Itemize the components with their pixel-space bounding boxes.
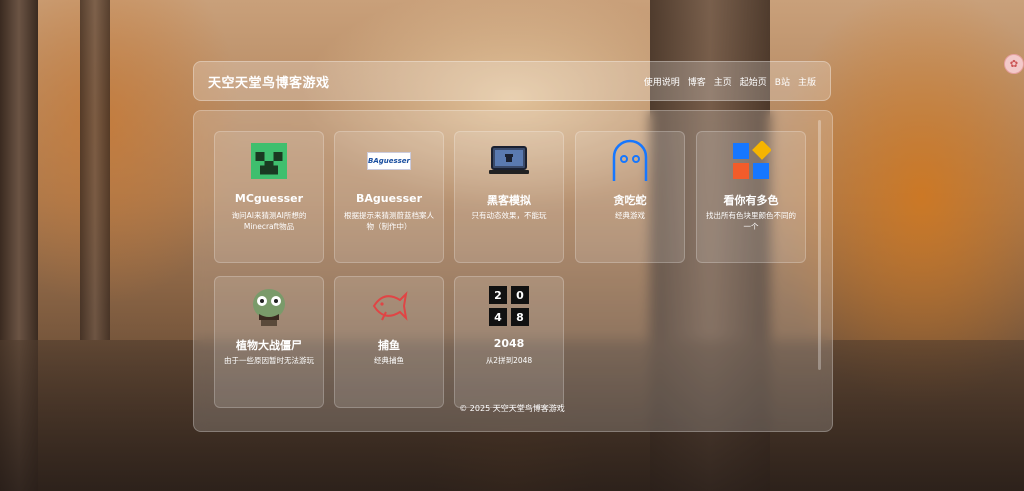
game-title: 植物大战僵尸	[236, 339, 302, 352]
game-title: 黑客模拟	[487, 194, 531, 207]
game-title: BAguesser	[355, 192, 423, 205]
game-card-color[interactable]: 看你有多色 找出所有色块里颜色不同的一个	[696, 131, 806, 263]
tiles-2048-icon: 2 0 4 8	[455, 286, 563, 326]
ghost-icon	[576, 139, 684, 181]
game-desc: 找出所有色块里颜色不同的一个	[706, 211, 796, 231]
game-title: 看你有多色	[723, 194, 779, 207]
nav-usage[interactable]: 使用说明	[644, 75, 680, 88]
panel-scrollbar[interactable]	[818, 120, 821, 370]
nav-home[interactable]: 主页	[714, 75, 732, 88]
flower-icon: ✿	[1009, 58, 1019, 70]
nav-blog[interactable]: 博客	[688, 75, 706, 88]
game-card-baguesser[interactable]: BAguesser BAguesser 根据提示来猜测蔚蓝档案人物（制作中）	[334, 131, 444, 263]
fish-icon	[335, 287, 443, 325]
game-card-hacker[interactable]: 黑客模拟 只有动态效果，不能玩	[454, 131, 564, 263]
game-title: MCguesser	[234, 192, 304, 205]
zombie-icon	[215, 287, 323, 326]
site-header: 天空天堂鸟博客游戏 使用说明 博客 主页 起始页 B站 主版	[193, 61, 831, 101]
nav-main-version[interactable]: 主版	[798, 75, 816, 88]
game-desc: 由于一些原因暂时无法游玩	[224, 356, 314, 365]
game-desc: 根据提示来猜测蔚蓝档案人物（制作中）	[344, 211, 434, 231]
top-nav: 使用说明 博客 主页 起始页 B站 主版	[644, 75, 816, 88]
game-card-mcguesser[interactable]: MCguesser 询问AI来猜测AI所想的Minecraft物品	[214, 131, 324, 263]
creeper-icon	[215, 142, 323, 180]
game-title: 贪吃蛇	[613, 194, 647, 207]
game-desc: 询问AI来猜测AI所想的Minecraft物品	[231, 211, 307, 231]
background-tree-mid	[80, 0, 110, 340]
game-card-snake[interactable]: 贪吃蛇 经典游戏	[575, 131, 685, 263]
nav-start-page[interactable]: 起始页	[740, 75, 767, 88]
laptop-icon	[455, 142, 563, 180]
tile: 4	[489, 308, 507, 326]
baguesser-logo: BAguesser	[335, 142, 443, 180]
game-desc: 从2拼到2048	[485, 356, 533, 365]
game-card-pvz[interactable]: 植物大战僵尸 由于一些原因暂时无法游玩	[214, 276, 324, 408]
game-title: 捕鱼	[378, 339, 400, 352]
tile: 0	[511, 286, 529, 304]
game-desc: 只有动态效果，不能玩	[471, 211, 547, 220]
baguesser-logo-text: BAguesser	[367, 157, 411, 165]
site-title: 天空天堂鸟博客游戏	[208, 75, 330, 91]
tile: 2	[489, 286, 507, 304]
game-desc: 经典游戏	[615, 211, 645, 220]
nav-bilibili[interactable]: B站	[775, 75, 790, 88]
tile: 8	[511, 308, 529, 326]
corner-avatar-button[interactable]: ✿	[1004, 54, 1024, 74]
game-card-fishing[interactable]: 捕鱼 经典捕鱼	[334, 276, 444, 408]
game-title: 2048	[493, 337, 525, 350]
game-card-2048[interactable]: 2 0 4 8 2048 从2拼到2048	[454, 276, 564, 408]
color-blocks-icon	[697, 141, 805, 180]
footer-copyright: © 2025 天空天堂鸟博客游戏	[459, 404, 565, 413]
game-desc: 经典捕鱼	[374, 356, 404, 365]
